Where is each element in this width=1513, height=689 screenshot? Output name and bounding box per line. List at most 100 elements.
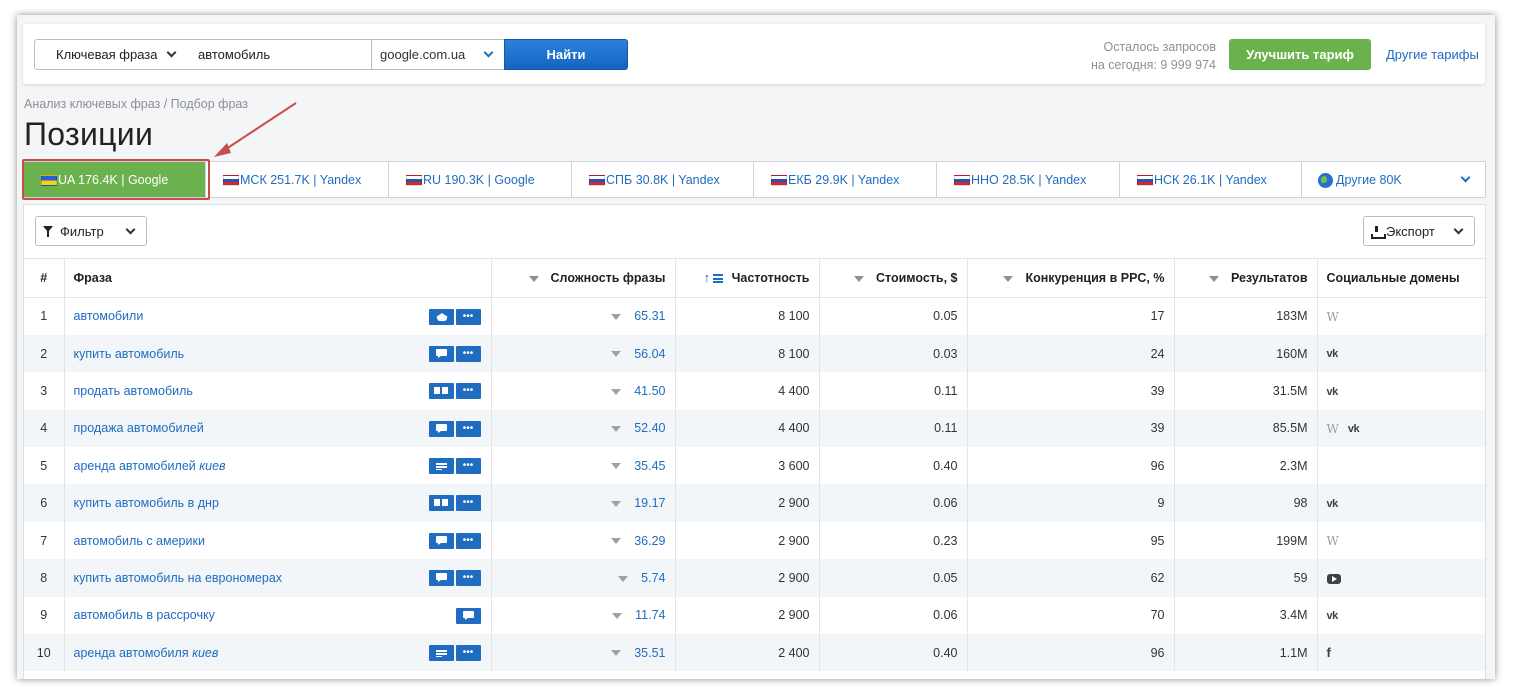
- more-dots-icon[interactable]: [455, 532, 481, 549]
- cards-icon[interactable]: [428, 495, 454, 512]
- keyword-link[interactable]: купить автомобиль на еврономерах: [74, 571, 283, 585]
- filter-icon: [43, 226, 53, 237]
- cost-cell: 0.03: [819, 334, 968, 373]
- tab-nsk-yandex[interactable]: НСК 26.1K | Yandex: [1120, 162, 1302, 197]
- tab-nno-yandex[interactable]: ННО 28.5K | Yandex: [937, 162, 1120, 197]
- difficulty-value[interactable]: 11.74: [635, 608, 665, 622]
- find-button[interactable]: Найти: [504, 39, 628, 70]
- other-plans-link[interactable]: Другие тарифы: [1386, 47, 1479, 62]
- cost-cell: 0.11: [819, 409, 968, 448]
- col-header-frequency[interactable]: Частотность: [675, 258, 820, 298]
- keyword-link[interactable]: купить автомобиль: [74, 347, 185, 361]
- difficulty-value[interactable]: 35.45: [634, 459, 665, 473]
- keyword-link[interactable]: продажа автомобилей: [74, 421, 204, 435]
- phrase-cell: автомобили: [64, 297, 492, 335]
- chat-bubble-icon[interactable]: [428, 345, 454, 362]
- keyword-input[interactable]: [187, 39, 372, 70]
- expand-icon[interactable]: [611, 650, 622, 657]
- youtube-icon[interactable]: [1326, 573, 1341, 584]
- chat-bubble-icon[interactable]: [428, 420, 454, 437]
- chat-bubble-icon[interactable]: [455, 607, 481, 624]
- wikipedia-icon[interactable]: W: [1327, 422, 1339, 436]
- difficulty-value[interactable]: 5.74: [641, 571, 665, 585]
- tab-msk-yandex[interactable]: МСК 251.7K | Yandex: [206, 162, 389, 197]
- table-row: 7 автомобиль с америки 36.29 2 9000.2395199…: [24, 521, 1485, 560]
- filter-button[interactable]: Фильтр: [35, 216, 147, 246]
- table-row: 1 автомобили 65.31 8 1000.0517183M W: [24, 297, 1485, 335]
- graduation-cap-icon[interactable]: [428, 309, 454, 325]
- social-domains-cell: Wvk: [1317, 409, 1485, 448]
- difficulty-value[interactable]: 52.40: [634, 421, 665, 435]
- phrase-cell: продать автомобиль: [64, 372, 492, 410]
- row-number: 2: [24, 334, 65, 373]
- col-header-phrase[interactable]: Фраза: [64, 258, 492, 298]
- more-dots-icon[interactable]: [455, 645, 481, 662]
- chat-bubble-icon[interactable]: [428, 570, 454, 587]
- difficulty-value[interactable]: 56.04: [634, 347, 665, 361]
- tab-ru-google[interactable]: RU 190.3K | Google: [389, 162, 572, 197]
- vk-icon[interactable]: vk: [1327, 498, 1339, 510]
- expand-icon[interactable]: [611, 500, 622, 507]
- more-dots-icon[interactable]: [455, 345, 481, 362]
- vk-icon[interactable]: vk: [1327, 348, 1339, 360]
- expand-icon[interactable]: [611, 538, 622, 545]
- keyword-text: продажа автомобилей: [73, 421, 204, 436]
- keyword-link[interactable]: автомобили: [74, 309, 144, 323]
- expand-icon[interactable]: [611, 388, 622, 395]
- facebook-icon[interactable]: f: [1327, 645, 1331, 660]
- more-dots-icon[interactable]: [455, 458, 481, 475]
- keyword-link[interactable]: аренда автомобилей киев: [74, 459, 226, 473]
- col-header-difficulty[interactable]: Сложность фразы: [491, 258, 676, 298]
- tab-spb-yandex[interactable]: СПБ 30.8K | Yandex: [572, 162, 754, 197]
- text-lines-icon[interactable]: [428, 645, 454, 662]
- expand-icon[interactable]: [612, 613, 623, 620]
- chevron-down-icon: [125, 224, 136, 235]
- vk-icon[interactable]: vk: [1327, 610, 1339, 622]
- expand-icon[interactable]: [611, 314, 622, 321]
- difficulty-value[interactable]: 36.29: [634, 534, 665, 548]
- cards-icon[interactable]: [428, 383, 454, 400]
- upgrade-plan-button[interactable]: Улучшить тариф: [1229, 39, 1371, 70]
- keyword-link[interactable]: автомобиль в рассрочку: [74, 608, 215, 622]
- tab-ua-google[interactable]: UA 176.4K | Google: [24, 162, 206, 197]
- database-select[interactable]: google.com.ua: [371, 39, 505, 70]
- col-header-cost[interactable]: Стоимость, $: [819, 258, 968, 298]
- col-header-results[interactable]: Результатов: [1174, 258, 1318, 298]
- expand-icon[interactable]: [611, 463, 622, 470]
- more-dots-icon[interactable]: [455, 570, 481, 587]
- breadcrumb[interactable]: Анализ ключевых фраз / Подбор фраз: [24, 97, 248, 111]
- difficulty-value[interactable]: 65.31: [634, 309, 665, 323]
- chevron-down-icon: [1453, 224, 1464, 235]
- tab-label: ННО 28.5K | Yandex: [971, 172, 1087, 187]
- difficulty-value[interactable]: 35.51: [634, 646, 665, 660]
- expand-icon[interactable]: [618, 575, 629, 582]
- keyword-link[interactable]: автомобиль с америки: [74, 534, 205, 548]
- more-dots-icon[interactable]: [455, 309, 481, 325]
- chat-bubble-icon[interactable]: [428, 532, 454, 549]
- export-button[interactable]: Экспорт: [1363, 216, 1475, 246]
- more-dots-icon[interactable]: [455, 420, 481, 437]
- serp-features: [428, 532, 481, 549]
- vk-icon[interactable]: vk: [1348, 423, 1360, 435]
- table-row: 9 автомобиль в рассрочку 11.74 2 900 0.06 70 3…: [24, 596, 1485, 635]
- wikipedia-icon[interactable]: W: [1327, 310, 1339, 324]
- expand-icon[interactable]: [611, 351, 622, 358]
- difficulty-value[interactable]: 41.50: [634, 384, 665, 398]
- tab-ekb-yandex[interactable]: ЕКБ 29.9K | Yandex: [754, 162, 937, 197]
- wikipedia-icon[interactable]: W: [1327, 534, 1339, 548]
- expand-icon[interactable]: [611, 426, 622, 433]
- results-cell: 59: [1174, 559, 1318, 597]
- more-dots-icon[interactable]: [455, 383, 481, 400]
- filter-label: Фильтр: [60, 223, 104, 239]
- search-type-select[interactable]: Ключевая фраза: [34, 39, 188, 70]
- tab-other-databases[interactable]: Другие 80K: [1302, 162, 1485, 197]
- keyword-link[interactable]: купить автомобиль в днр: [74, 496, 219, 510]
- text-lines-icon[interactable]: [428, 458, 454, 475]
- more-dots-icon[interactable]: [455, 495, 481, 512]
- vk-icon[interactable]: vk: [1327, 386, 1339, 398]
- keyword-link[interactable]: аренда автомобиля киев: [74, 646, 219, 660]
- col-header-competition[interactable]: Конкуренция в PPC, %: [967, 258, 1175, 298]
- row-number: 3: [24, 372, 65, 410]
- keyword-link[interactable]: продать автомобиль: [74, 384, 193, 398]
- difficulty-value[interactable]: 19.17: [634, 496, 665, 510]
